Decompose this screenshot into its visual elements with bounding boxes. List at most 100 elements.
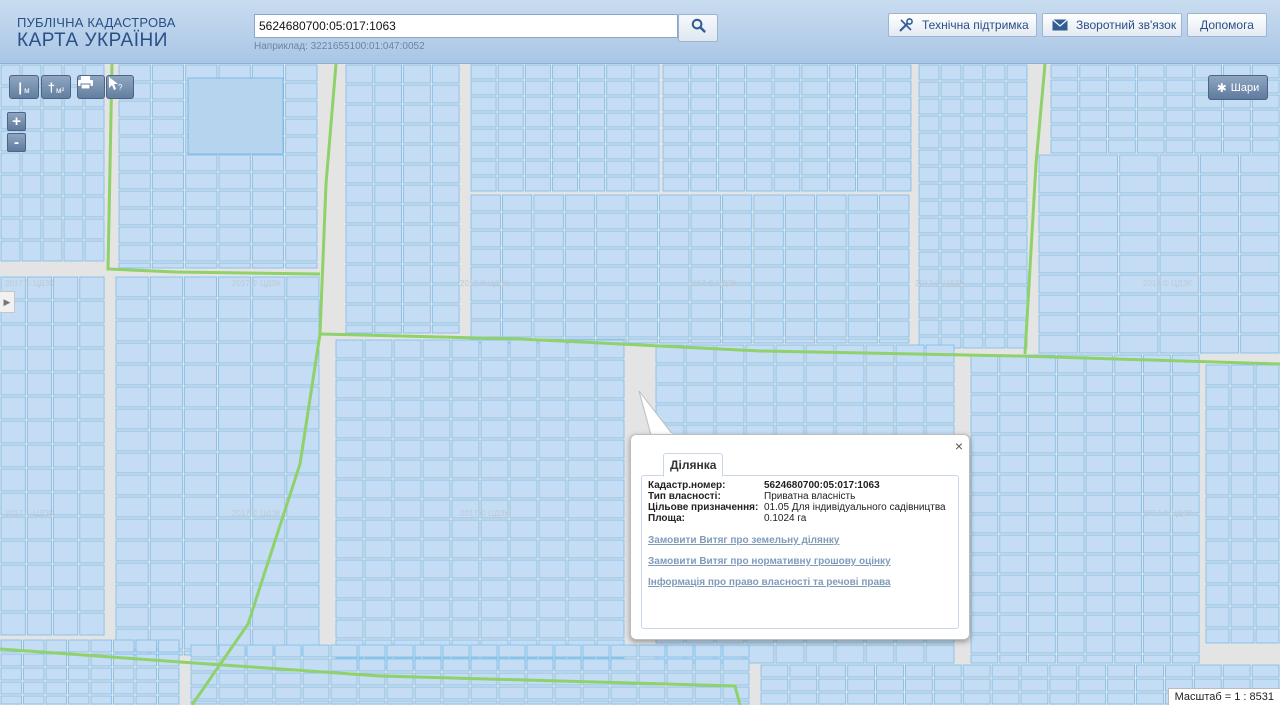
parcel[interactable]	[784, 230, 816, 248]
parcel[interactable]	[1114, 534, 1143, 554]
parcel[interactable]	[302, 686, 330, 700]
parcel[interactable]	[115, 430, 149, 452]
parcel[interactable]	[1038, 234, 1078, 254]
parcel[interactable]	[816, 320, 847, 338]
parcel[interactable]	[26, 612, 52, 636]
parcel[interactable]	[414, 658, 442, 672]
parcel[interactable]	[158, 667, 180, 681]
parcel[interactable]	[183, 584, 217, 606]
parcel[interactable]	[1119, 234, 1159, 254]
parcel[interactable]	[918, 302, 940, 319]
parcel[interactable]	[1108, 124, 1136, 139]
parcel[interactable]	[1230, 628, 1255, 644]
parcel[interactable]	[1205, 364, 1230, 386]
parcel[interactable]	[1136, 664, 1164, 678]
parcel[interactable]	[79, 492, 105, 516]
parcel[interactable]	[633, 80, 660, 96]
parcel[interactable]	[1114, 574, 1143, 594]
parcel[interactable]	[801, 64, 829, 80]
parcel[interactable]	[606, 64, 633, 80]
parcel[interactable]	[552, 64, 578, 80]
parcel[interactable]	[1078, 214, 1119, 234]
parcel[interactable]	[1171, 534, 1200, 554]
parcel[interactable]	[694, 700, 722, 705]
parcel[interactable]	[364, 499, 393, 519]
parcel[interactable]	[1028, 514, 1056, 534]
parcel[interactable]	[567, 459, 596, 479]
parcel[interactable]	[183, 496, 217, 518]
parcel[interactable]	[538, 599, 567, 619]
parcel[interactable]	[115, 408, 149, 430]
parcel[interactable]	[962, 166, 984, 183]
parcel[interactable]	[1230, 364, 1255, 386]
parcel[interactable]	[252, 320, 286, 342]
parcel[interactable]	[1171, 634, 1200, 654]
parcel[interactable]	[1114, 594, 1143, 614]
parcel[interactable]	[185, 244, 218, 262]
parcel[interactable]	[554, 686, 582, 700]
parcel[interactable]	[286, 276, 320, 298]
parcel[interactable]	[1194, 109, 1223, 124]
parcel[interactable]	[1171, 574, 1200, 594]
parcel[interactable]	[498, 700, 526, 705]
parcel[interactable]	[1199, 254, 1240, 274]
parcel[interactable]	[925, 404, 955, 424]
parcel[interactable]	[1006, 132, 1028, 149]
parcel[interactable]	[393, 499, 422, 519]
parcel[interactable]	[115, 474, 149, 496]
parcel[interactable]	[63, 130, 84, 152]
parcel[interactable]	[1165, 124, 1194, 139]
parcel[interactable]	[816, 248, 847, 266]
parcel[interactable]	[286, 606, 320, 628]
parcel[interactable]	[753, 338, 784, 344]
parcel[interactable]	[1114, 434, 1143, 454]
parcel[interactable]	[498, 658, 526, 672]
parcel[interactable]	[45, 639, 67, 653]
parcel[interactable]	[940, 132, 962, 149]
parcel[interactable]	[431, 244, 460, 264]
parcel[interactable]	[431, 224, 460, 244]
parcel[interactable]	[115, 276, 149, 298]
parcel[interactable]	[991, 692, 1020, 705]
parcel[interactable]	[115, 584, 149, 606]
parcel[interactable]	[970, 434, 999, 454]
parcel[interactable]	[345, 204, 374, 224]
parcel[interactable]	[79, 612, 105, 636]
parcel[interactable]	[1050, 64, 1079, 79]
parcel[interactable]	[431, 264, 460, 284]
parcel[interactable]	[999, 454, 1027, 474]
parcel[interactable]	[876, 678, 904, 692]
parcel[interactable]	[374, 124, 402, 144]
parcel[interactable]	[480, 359, 509, 379]
parcel[interactable]	[1020, 664, 1049, 678]
parcel[interactable]	[149, 540, 183, 562]
parcel[interactable]	[775, 384, 805, 404]
parcel[interactable]	[1255, 430, 1280, 452]
parcel[interactable]	[596, 599, 625, 619]
parcel[interactable]	[218, 562, 252, 584]
parcel[interactable]	[1136, 94, 1165, 109]
parcel[interactable]	[753, 212, 784, 230]
parcel[interactable]	[1165, 94, 1194, 109]
parcel[interactable]	[115, 562, 149, 584]
parcel[interactable]	[364, 439, 393, 459]
parcel[interactable]	[999, 534, 1027, 554]
parcel[interactable]	[596, 419, 625, 439]
parcel[interactable]	[509, 559, 538, 579]
parcel[interactable]	[918, 217, 940, 234]
parcel[interactable]	[784, 302, 816, 320]
parcel[interactable]	[68, 667, 90, 681]
parcel[interactable]	[1119, 254, 1159, 274]
parcel[interactable]	[1199, 214, 1240, 234]
parcel[interactable]	[567, 439, 596, 459]
parcel[interactable]	[393, 539, 422, 559]
parcel[interactable]	[1114, 514, 1143, 534]
parcel[interactable]	[784, 284, 816, 302]
parcel[interactable]	[567, 359, 596, 379]
parcel[interactable]	[451, 559, 480, 579]
parcel[interactable]	[364, 399, 393, 419]
parcel[interactable]	[940, 166, 962, 183]
parcel[interactable]	[879, 338, 910, 344]
search-button[interactable]	[678, 14, 718, 42]
parcel[interactable]	[1230, 562, 1255, 584]
